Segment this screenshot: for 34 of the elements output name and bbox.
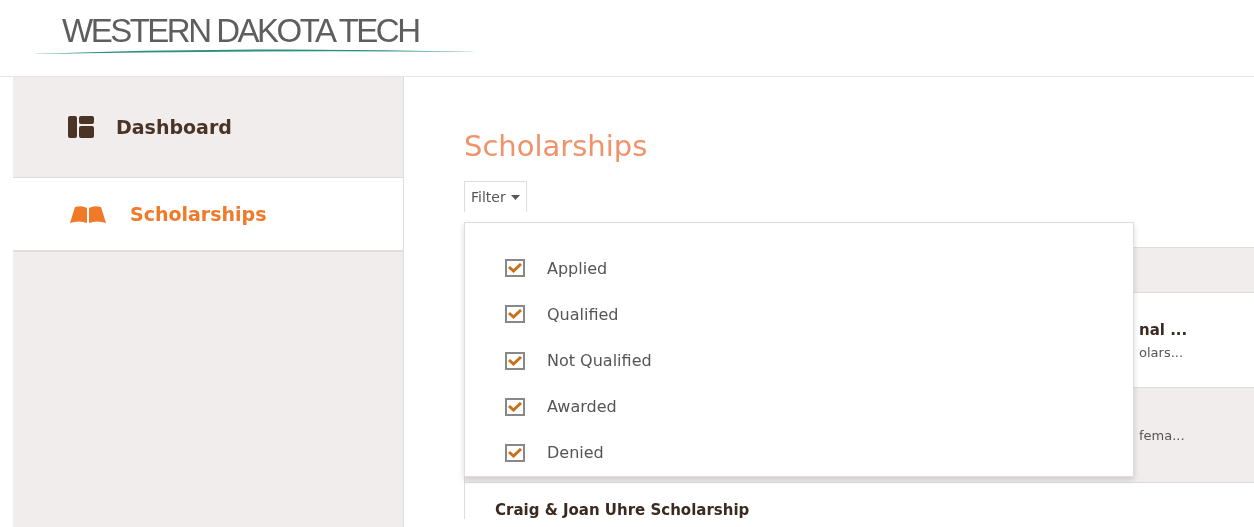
sidebar-label: Scholarships <box>130 203 267 225</box>
checkbox[interactable] <box>505 259 525 278</box>
check-icon <box>508 447 522 458</box>
page-title: Scholarships <box>464 129 648 163</box>
sidebar-label: Dashboard <box>116 116 232 138</box>
option-label: Denied <box>547 443 604 463</box>
list-row[interactable]: Craig & Joan Uhre Scholarship <box>465 482 1254 519</box>
logo-text: WESTERN DAKOTA TECH <box>62 14 420 47</box>
filter-option[interactable]: Awarded <box>505 383 617 430</box>
check-icon <box>508 309 522 320</box>
checkbox[interactable] <box>505 351 525 370</box>
row-title: nal ... <box>1139 320 1189 339</box>
dashboard-icon <box>68 116 94 138</box>
check-icon <box>508 263 522 274</box>
checkbox[interactable] <box>505 443 525 462</box>
book-icon <box>68 205 108 223</box>
option-label: Not Qualified <box>547 351 652 370</box>
check-icon <box>508 355 522 366</box>
caret-icon <box>510 194 520 200</box>
row-title: Craig & Joan Uhre Scholarship <box>495 501 751 519</box>
filter-option[interactable]: Applied <box>505 245 608 292</box>
sidebar-item[interactable]: Dashboard <box>13 77 403 178</box>
option-label: Qualified <box>547 304 619 324</box>
row-subtitle: fema... <box>1139 427 1186 443</box>
row-subtitle: olars... <box>1139 344 1185 360</box>
check-icon <box>508 401 522 412</box>
filter-option[interactable]: Not Qualified <box>505 337 652 384</box>
checkbox[interactable] <box>505 305 525 324</box>
option-label: Awarded <box>547 397 617 417</box>
filter-option[interactable]: Qualified <box>505 291 619 338</box>
filter-button[interactable]: Filter <box>464 181 527 212</box>
checkbox[interactable] <box>505 397 525 416</box>
option-label: Applied <box>547 258 608 278</box>
filter-option[interactable]: Denied <box>505 429 604 476</box>
